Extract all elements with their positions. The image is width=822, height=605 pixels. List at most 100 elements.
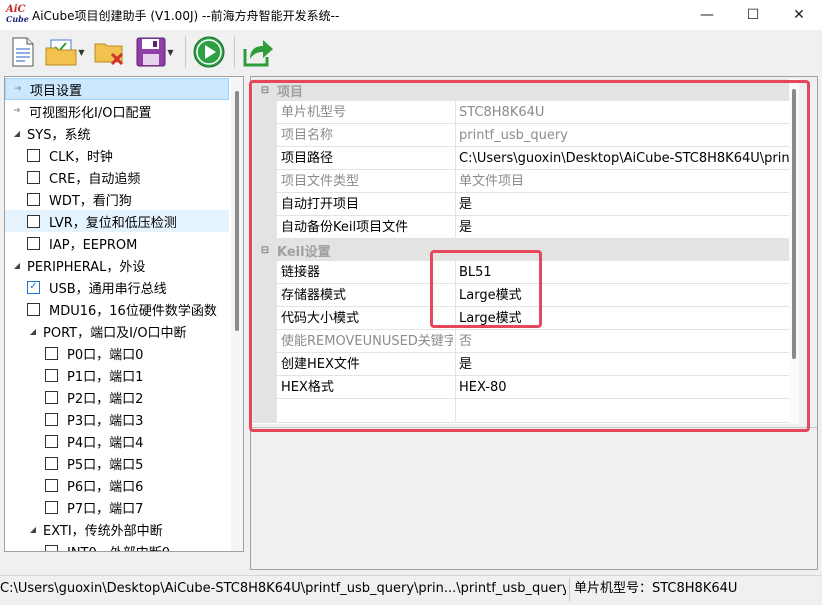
tree-item-checkbox[interactable]: [45, 500, 58, 514]
description-splitter[interactable]: [251, 427, 817, 428]
property-grid[interactable]: ⊟ 项目 单片机型号 STC8H8K64U 项目名称 printf_usb_query 项目…: [253, 79, 799, 424]
property-row[interactable]: 链接器 BL51: [253, 261, 799, 284]
property-column-divider[interactable]: [455, 261, 456, 284]
property-value[interactable]: 是: [459, 216, 799, 239]
tree-item-checkbox[interactable]: [45, 478, 58, 492]
tree-item-checkbox[interactable]: [27, 192, 40, 206]
tree-item[interactable]: ◢ EXTI，传统外部中断: [5, 518, 229, 540]
property-row[interactable]: 自动打开项目 是: [253, 193, 799, 216]
property-column-divider[interactable]: [455, 124, 456, 147]
tree-item[interactable]: INT0，外部中断0: [5, 540, 229, 551]
tree-item[interactable]: P1口，端口1: [5, 364, 229, 386]
tree-item[interactable]: ➜ 项目设置: [5, 78, 229, 100]
property-row[interactable]: 项目文件类型 单文件项目: [253, 170, 799, 193]
property-row[interactable]: 使能REMOVEUNUSED关键字否: [253, 330, 799, 353]
property-category[interactable]: ⊟ Keil设置: [253, 239, 799, 261]
property-value[interactable]: Large模式: [459, 284, 799, 307]
tree-item[interactable]: ➜ 可视图形化I/O口配置: [5, 100, 229, 122]
tree-item[interactable]: IAP，EEPROM: [5, 232, 229, 254]
save-dropdown-icon[interactable]: ▼: [167, 48, 173, 57]
tree-item-checkbox[interactable]: [45, 368, 58, 382]
tree-item-checkbox[interactable]: [45, 434, 58, 448]
property-value[interactable]: 是: [459, 193, 799, 216]
property-column-divider[interactable]: [455, 330, 456, 353]
tree-item[interactable]: LVR，复位和低压检测: [5, 210, 229, 232]
grid-scrollbar[interactable]: [789, 79, 799, 424]
property-row[interactable]: 创建HEX文件 是: [253, 353, 799, 376]
tree-item[interactable]: ◢ SYS，系统: [5, 122, 229, 144]
property-column-divider[interactable]: [455, 216, 456, 239]
tree-item-checkbox[interactable]: [27, 148, 40, 162]
tree-item-checkbox[interactable]: [45, 544, 58, 551]
property-column-divider[interactable]: [455, 307, 456, 330]
property-row[interactable]: 代码大小模式 Large模式: [253, 307, 799, 330]
tree-item[interactable]: P0口，端口0: [5, 342, 229, 364]
config-tree[interactable]: ➜ 项目设置 ➜ 可视图形化I/O口配置 ◢ SYS，系统 CLK，时钟 CRE，自动追频 WD…: [4, 76, 244, 552]
maximize-button[interactable]: ☐: [730, 0, 776, 30]
tree-item-label: IAP，EEPROM: [49, 237, 138, 253]
property-column-divider[interactable]: [455, 284, 456, 307]
expand-toggle-icon[interactable]: ◢: [11, 129, 23, 138]
property-column-divider[interactable]: [455, 170, 456, 193]
expand-toggle-icon[interactable]: ◢: [27, 525, 39, 534]
tree-item-checkbox[interactable]: [45, 390, 58, 404]
collapse-icon[interactable]: ⊟: [253, 85, 277, 96]
tree-item[interactable]: P3口，端口3: [5, 408, 229, 430]
new-project-button[interactable]: [8, 34, 38, 70]
property-row[interactable]: 单片机型号 STC8H8K64U: [253, 101, 799, 124]
tree-item-checkbox[interactable]: [27, 214, 40, 228]
close-project-button[interactable]: [92, 34, 128, 70]
property-value[interactable]: HEX-80: [459, 376, 799, 399]
tree-item[interactable]: P2口，端口2: [5, 386, 229, 408]
tree-item-checkbox[interactable]: [27, 236, 40, 250]
tree-item-checkbox[interactable]: [27, 302, 40, 316]
tree-item-checkbox[interactable]: [45, 346, 58, 360]
property-row[interactable]: [253, 399, 799, 423]
property-column-divider[interactable]: [455, 101, 456, 124]
collapse-icon[interactable]: ⊟: [253, 245, 277, 256]
tree-item-checkbox[interactable]: ✓: [27, 280, 40, 294]
tree-item[interactable]: MDU16，16位硬件数学函数: [5, 298, 229, 320]
expand-toggle-icon[interactable]: ◢: [27, 327, 39, 336]
tree-item[interactable]: P4口，端口4: [5, 430, 229, 452]
property-row[interactable]: HEX格式 HEX-80: [253, 376, 799, 399]
tree-item-checkbox[interactable]: [45, 456, 58, 470]
tree-item[interactable]: P7口，端口7: [5, 496, 229, 518]
tree-item-checkbox[interactable]: [27, 170, 40, 184]
tree-scrollbar[interactable]: [231, 77, 243, 551]
property-row[interactable]: 项目名称 printf_usb_query: [253, 124, 799, 147]
property-column-divider[interactable]: [455, 353, 456, 376]
open-project-button[interactable]: ▼: [42, 34, 88, 70]
tree-scrollbar-thumb[interactable]: [235, 91, 239, 331]
grid-scrollbar-thumb[interactable]: [792, 89, 796, 359]
tree-item[interactable]: ◢ PERIPHERAL，外设: [5, 254, 229, 276]
tree-item[interactable]: P6口，端口6: [5, 474, 229, 496]
run-button[interactable]: [191, 34, 227, 70]
save-project-button[interactable]: ▼: [132, 34, 178, 70]
property-row[interactable]: 项目路径 C:\Users\guoxin\Desktop\AiCube-STC8H…: [253, 147, 799, 170]
property-value[interactable]: C:\Users\guoxin\Desktop\AiCube-STC8H8K64…: [459, 147, 799, 170]
property-column-divider[interactable]: [455, 376, 456, 399]
property-row[interactable]: 存储器模式 Large模式: [253, 284, 799, 307]
property-value[interactable]: 是: [459, 353, 799, 376]
expand-toggle-icon[interactable]: ◢: [11, 261, 23, 270]
minimize-button[interactable]: —: [684, 0, 730, 30]
tree-item[interactable]: P5口，端口5: [5, 452, 229, 474]
open-dropdown-icon[interactable]: ▼: [78, 48, 84, 57]
tree-item[interactable]: WDT，看门狗: [5, 188, 229, 210]
property-value[interactable]: [459, 399, 799, 422]
property-row[interactable]: 自动备份Keil项目文件 是: [253, 216, 799, 239]
property-column-divider[interactable]: [455, 147, 456, 170]
property-column-divider[interactable]: [455, 193, 456, 216]
tree-item-checkbox[interactable]: [45, 412, 58, 426]
property-column-divider[interactable]: [455, 399, 456, 422]
export-button[interactable]: [240, 34, 276, 70]
tree-item[interactable]: CLK，时钟: [5, 144, 229, 166]
property-category[interactable]: ⊟ 项目: [253, 79, 799, 101]
tree-item[interactable]: CRE，自动追频: [5, 166, 229, 188]
property-value[interactable]: Large模式: [459, 307, 799, 330]
tree-item[interactable]: ✓ USB，通用串行总线: [5, 276, 229, 298]
property-value[interactable]: BL51: [459, 261, 799, 284]
tree-item[interactable]: ◢ PORT，端口及I/O口中断: [5, 320, 229, 342]
close-window-button[interactable]: ✕: [776, 0, 822, 30]
